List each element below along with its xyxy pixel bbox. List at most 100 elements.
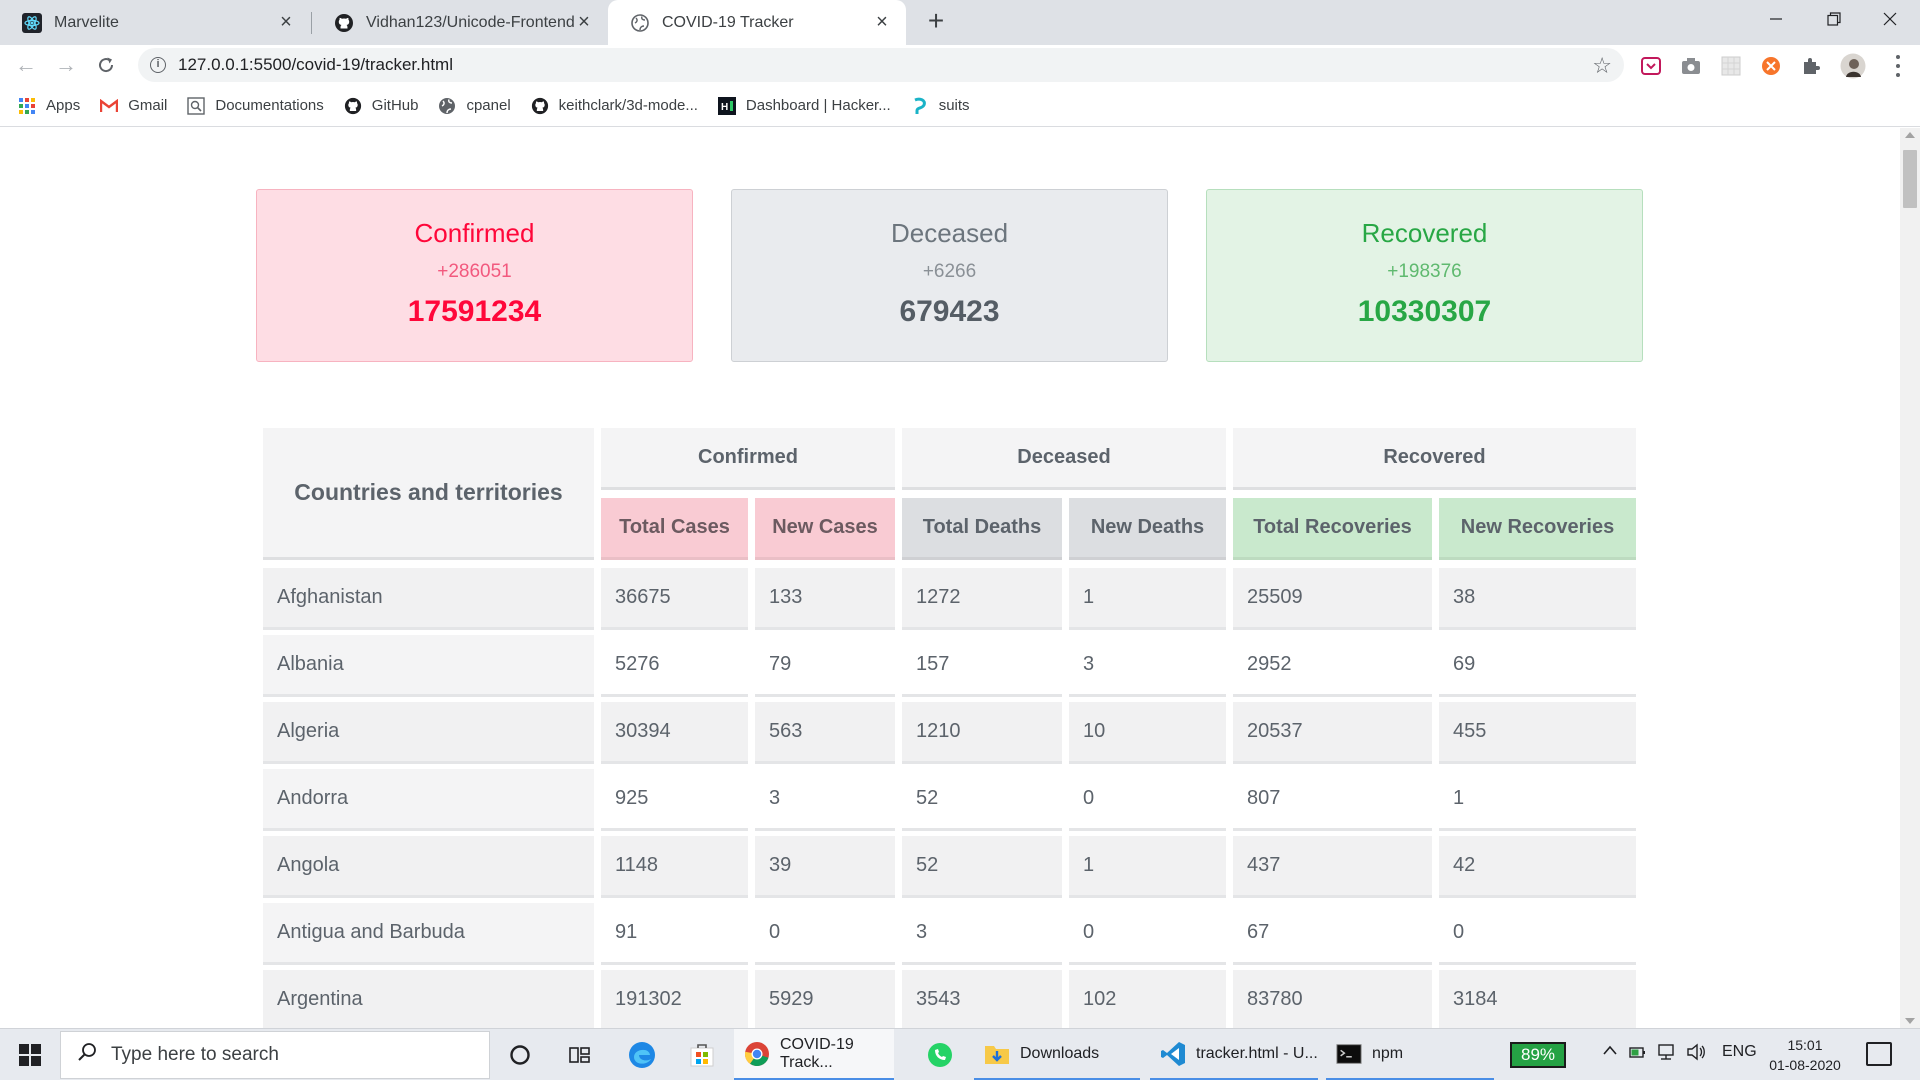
country-name-cell: Afghanistan — [263, 568, 594, 630]
battery-indicator[interactable]: 89% — [1510, 1042, 1566, 1068]
close-icon[interactable]: × — [872, 11, 892, 33]
deceased-summary-card: Deceased +6266 679423 — [731, 189, 1168, 362]
scroll-up-arrow-icon[interactable] — [1905, 132, 1915, 138]
close-icon[interactable]: × — [574, 11, 594, 33]
chrome-icon — [744, 1041, 770, 1067]
chevron-up-icon[interactable] — [1602, 1043, 1618, 1061]
windows-start-icon[interactable] — [8, 1037, 52, 1073]
new-cases-cell: 39 — [755, 836, 895, 898]
taskbar-app-npm-terminal[interactable]: npm — [1326, 1029, 1494, 1080]
bookmark-documentations[interactable]: Documentations — [187, 96, 324, 115]
card-delta: +286051 — [437, 261, 512, 282]
new-deaths-cell: 0 — [1069, 903, 1226, 965]
total-recoveries-cell: 67 — [1233, 903, 1432, 965]
country-column-header: Countries and territories — [263, 428, 594, 560]
address-bar[interactable]: i 127.0.0.1:5500/covid-19/tracker.html ☆ — [138, 48, 1624, 82]
new-recoveries-cell: 42 — [1439, 836, 1636, 898]
taskbar-search-input[interactable]: Type here to search — [60, 1031, 490, 1079]
forward-arrow-icon[interactable]: → — [50, 49, 82, 81]
bookmark-label: suits — [938, 97, 970, 114]
country-name-cell: Angola — [263, 836, 594, 898]
table-row: Albania 5276 79 157 3 2952 69 — [0, 635, 1900, 697]
recovered-group-header: Recovered — [1233, 428, 1636, 490]
bookmark-cpanel[interactable]: cpanel — [438, 97, 511, 115]
notifications-icon[interactable] — [1866, 1042, 1892, 1066]
vscode-icon — [1160, 1041, 1186, 1067]
new-cases-cell: 133 — [755, 568, 895, 630]
back-arrow-icon[interactable]: ← — [10, 49, 42, 81]
new-deaths-cell: 1 — [1069, 836, 1226, 898]
table-row: Argentina 191302 5929 3543 102 83780 3184 — [0, 970, 1900, 1028]
new-deaths-cell: 10 — [1069, 702, 1226, 764]
avatar[interactable] — [1840, 53, 1866, 79]
table-row: Algeria 30394 563 1210 10 20537 455 — [0, 702, 1900, 764]
total-cases-cell: 191302 — [601, 970, 748, 1028]
bookmark-suits[interactable]: suits — [911, 97, 970, 115]
window-close-icon[interactable] — [1862, 0, 1918, 38]
volume-icon[interactable] — [1686, 1043, 1706, 1066]
edge-icon[interactable] — [624, 1037, 660, 1073]
card-title: Recovered — [1361, 218, 1488, 248]
total-deaths-cell: 52 — [902, 836, 1062, 898]
taskbar-app-vscode[interactable]: tracker.html - U... — [1150, 1029, 1318, 1080]
total-recoveries-cell: 83780 — [1233, 970, 1432, 1028]
whatsapp-icon[interactable] — [922, 1037, 958, 1073]
network-icon[interactable] — [1656, 1043, 1676, 1066]
bookmark-github[interactable]: GitHub — [344, 97, 418, 115]
puzzle-extensions-icon[interactable] — [1800, 55, 1822, 77]
language-indicator[interactable]: ENG — [1722, 1043, 1757, 1061]
search-placeholder: Type here to search — [111, 1044, 279, 1065]
restore-icon[interactable] — [1806, 0, 1862, 38]
minimize-icon[interactable] — [1748, 0, 1804, 38]
page-scrollbar[interactable] — [1900, 128, 1920, 1028]
gmail-icon — [100, 97, 119, 115]
total-recoveries-header: Total Recoveries — [1233, 498, 1432, 560]
grid-extension-icon[interactable] — [1720, 55, 1742, 77]
new-deaths-cell: 3 — [1069, 635, 1226, 697]
bookmark-apps[interactable]: Apps — [18, 97, 80, 115]
bookmark-label: Dashboard | Hacker... — [745, 97, 891, 114]
bookmark-keithclark[interactable]: keithclark/3d-mode... — [531, 97, 698, 115]
tab-github-unicode[interactable]: Vidhan123/Unicode-Frontend × — [312, 0, 608, 45]
tab-marvelite[interactable]: Marvelite × — [0, 0, 310, 45]
react-icon — [22, 12, 42, 33]
tab-title: Marvelite — [54, 13, 119, 31]
scroll-down-arrow-icon[interactable] — [1905, 1018, 1915, 1024]
table-row: Angola 1148 39 52 1 437 42 — [0, 836, 1900, 898]
more-menu-icon[interactable] — [1890, 53, 1906, 79]
bookmark-gmail[interactable]: Gmail — [100, 97, 167, 115]
store-icon[interactable] — [684, 1037, 720, 1073]
camera-extension-icon[interactable] — [1680, 55, 1702, 77]
orange-extension-icon[interactable] — [1760, 55, 1782, 77]
close-icon[interactable]: × — [276, 11, 296, 33]
pocket-extension-icon[interactable] — [1640, 55, 1662, 77]
browser-tab-strip: Marvelite × Vidhan123/Unicode-Frontend ×… — [0, 0, 1920, 45]
taskbar-app-label: Downloads — [1020, 1044, 1100, 1062]
reload-icon[interactable] — [90, 49, 122, 81]
bookmark-hackerrank[interactable]: H Dashboard | Hacker... — [717, 96, 891, 115]
github-icon — [344, 97, 362, 115]
total-cases-cell: 91 — [601, 903, 748, 965]
new-tab-button[interactable]: + — [920, 6, 952, 38]
total-recoveries-cell: 807 — [1233, 769, 1432, 831]
cortana-icon[interactable] — [502, 1037, 538, 1073]
new-cases-cell: 563 — [755, 702, 895, 764]
clock-time: 15:01 — [1787, 1037, 1823, 1053]
battery-saver-icon[interactable] — [1628, 1043, 1646, 1066]
bookmarks-bar: Apps Gmail Documentations GitHub cpanel … — [0, 85, 1920, 127]
country-name-cell: Antigua and Barbuda — [263, 903, 594, 965]
taskbar-app-chrome[interactable]: COVID-19 Track... — [734, 1029, 894, 1080]
folder-icon — [984, 1041, 1010, 1067]
total-recoveries-cell: 20537 — [1233, 702, 1432, 764]
new-recoveries-cell: 3184 — [1439, 970, 1636, 1028]
card-delta: +6266 — [922, 261, 977, 282]
table-row: Antigua and Barbuda 91 0 3 0 67 0 — [0, 903, 1900, 965]
scrollbar-thumb[interactable] — [1903, 150, 1917, 208]
task-view-icon[interactable] — [562, 1037, 598, 1073]
bookmark-star-icon[interactable]: ☆ — [1592, 53, 1612, 79]
info-icon[interactable]: i — [150, 57, 166, 73]
taskbar-app-downloads[interactable]: Downloads — [974, 1029, 1140, 1080]
total-deaths-cell: 52 — [902, 769, 1062, 831]
taskbar-clock[interactable]: 15:01 01-08-2020 — [1760, 1035, 1850, 1075]
tab-covid-tracker[interactable]: COVID-19 Tracker × — [608, 0, 906, 45]
